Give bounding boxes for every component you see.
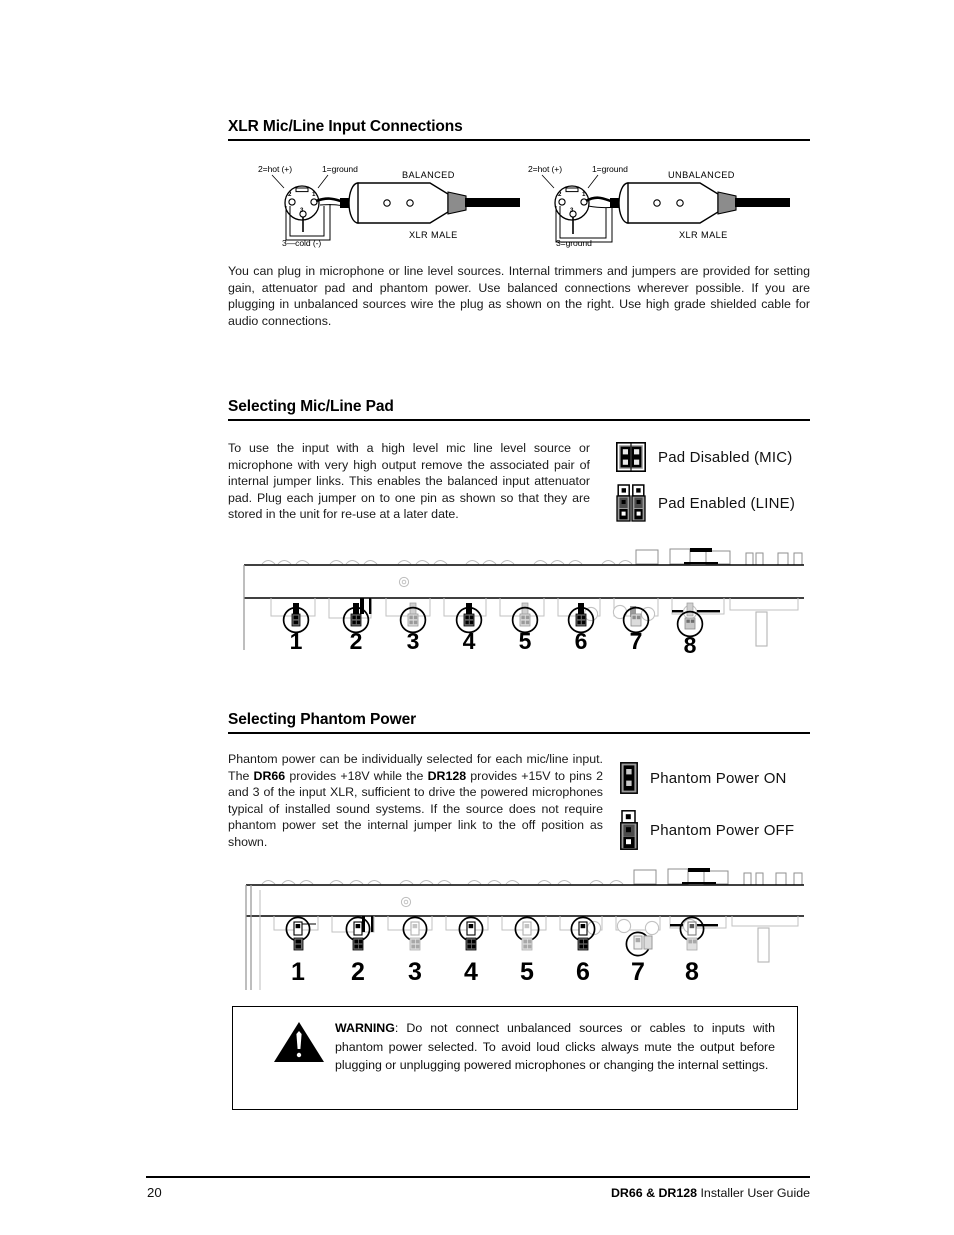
- document-page: XLR Mic/Line Input Connections 2=hot (+)…: [0, 0, 954, 1235]
- paragraph-pad-wrapper: To use the input with a high level mic l…: [228, 440, 590, 523]
- legend-label-phantom-off: Phantom Power OFF: [650, 821, 795, 839]
- svg-text:7: 7: [630, 628, 643, 654]
- legend-item-phantom-on: Phantom Power ON: [620, 762, 860, 794]
- svg-text:4: 4: [464, 958, 478, 986]
- svg-text:5: 5: [519, 628, 532, 654]
- jumper-block-phantom-off-icon: [620, 810, 638, 850]
- warning-word: WARNING: [335, 1021, 395, 1035]
- section-heading-phantom: Selecting Phantom Power: [228, 711, 417, 728]
- svg-text:3: 3: [407, 628, 420, 654]
- pcb-diagram-phantom: 1 2 3 4 5 6 7 8: [238, 866, 808, 992]
- svg-text:8: 8: [684, 632, 697, 654]
- svg-text:3: 3: [570, 207, 574, 214]
- xlr-unbalanced-connector: 2=hot (+) 1=ground 3=ground UNBALANCED X…: [522, 160, 792, 260]
- warning-body: : Do not connect unbalanced sources or c…: [335, 1021, 775, 1072]
- jumper-block-pad-enabled-icon: [616, 484, 646, 522]
- section-rule-pad: [228, 418, 810, 421]
- svg-text:2: 2: [350, 628, 363, 654]
- pcb-phantom-drawing: 1 2 3 4 5 6 7 8: [245, 868, 804, 990]
- jumper-block-pad-disabled-icon: [616, 442, 646, 472]
- svg-text:2: 2: [288, 191, 292, 198]
- svg-text:1: 1: [291, 958, 305, 986]
- paragraph-xlr: You can plug in microphone or line level…: [228, 264, 810, 328]
- svg-text:6: 6: [575, 628, 588, 654]
- warning-text: WARNING: Do not connect unbalanced sourc…: [255, 1019, 775, 1075]
- legend-item-phantom-off: Phantom Power OFF: [620, 810, 860, 850]
- pcb-diagram-pad: 1 2 3 4 5 6 7 8: [238, 546, 808, 654]
- section-rule-xlr: [228, 138, 810, 141]
- product-dr66: DR66: [253, 768, 286, 783]
- svg-text:5: 5: [520, 958, 534, 986]
- svg-text:2: 2: [558, 191, 562, 198]
- section-rule-phantom: [228, 731, 810, 734]
- svg-text:1: 1: [312, 191, 316, 198]
- svg-text:2: 2: [351, 958, 365, 986]
- section-heading-pad: Selecting Mic/Line Pad: [228, 398, 394, 415]
- xlr-balanced-connector: 2=hot (+) 1=ground 3—cold (-) BALANCED X…: [252, 160, 522, 260]
- warning-box: WARNING: Do not connect unbalanced sourc…: [232, 1006, 798, 1110]
- svg-text:1: 1: [290, 628, 303, 654]
- svg-text:1: 1: [582, 191, 586, 198]
- paragraph-phantom-wrapper: Phantom power can be individually select…: [228, 751, 603, 851]
- phantom-legend: Phantom Power ON Phantom Power OFF: [620, 762, 860, 850]
- section-selecting-pad: Selecting Mic/Line Pad: [228, 398, 810, 421]
- footer-document-title: DR66 & DR128 Installer User Guide: [611, 1186, 810, 1200]
- footer-guide-text: Installer User Guide: [697, 1186, 810, 1200]
- paragraph-xlr-wrapper: You can plug in microphone or line level…: [228, 263, 810, 329]
- product-dr128: DR128: [427, 768, 467, 783]
- footer-rule: [146, 1176, 810, 1178]
- svg-text:8: 8: [685, 958, 699, 986]
- svg-text:3: 3: [408, 958, 422, 986]
- pcb-pad-drawing: 1 2 3 4 5 6 7 8: [243, 548, 804, 654]
- warning-triangle-icon: [274, 1022, 324, 1062]
- pad-legend: Pad Disabled (MIC) Pad Enabled (LINE): [616, 442, 856, 522]
- legend-item-pad-disabled: Pad Disabled (MIC): [616, 442, 856, 472]
- legend-label-pad-disabled: Pad Disabled (MIC): [658, 448, 793, 466]
- svg-text:7: 7: [631, 958, 645, 986]
- legend-item-pad-enabled: Pad Enabled (LINE): [616, 484, 856, 522]
- svg-text:6: 6: [576, 958, 590, 986]
- section-selecting-phantom: Selecting Phantom Power: [228, 711, 810, 734]
- paragraph-phantom: Phantom power can be individually select…: [228, 751, 603, 851]
- svg-text:3: 3: [300, 207, 304, 214]
- svg-text:4: 4: [463, 628, 476, 654]
- legend-label-pad-enabled: Pad Enabled (LINE): [658, 494, 796, 512]
- section-heading-xlr: XLR Mic/Line Input Connections: [228, 118, 463, 135]
- paragraph-phantom-part2: provides +18V while the: [285, 768, 428, 783]
- footer-product-names: DR66 & DR128: [610, 1186, 698, 1200]
- legend-label-phantom-on: Phantom Power ON: [650, 769, 787, 787]
- paragraph-pad: To use the input with a high level mic l…: [228, 441, 590, 522]
- xlr-balanced-drawing: 2 1 3: [271, 174, 520, 241]
- section-xlr-connections: XLR Mic/Line Input Connections: [228, 118, 810, 141]
- xlr-connector-diagram: 2=hot (+) 1=ground 3—cold (-) BALANCED X…: [240, 160, 800, 260]
- xlr-unbalanced-drawing: 2 1 3: [541, 174, 790, 243]
- jumper-block-phantom-on-icon: [620, 762, 638, 794]
- footer-page-number: 20: [147, 1185, 162, 1200]
